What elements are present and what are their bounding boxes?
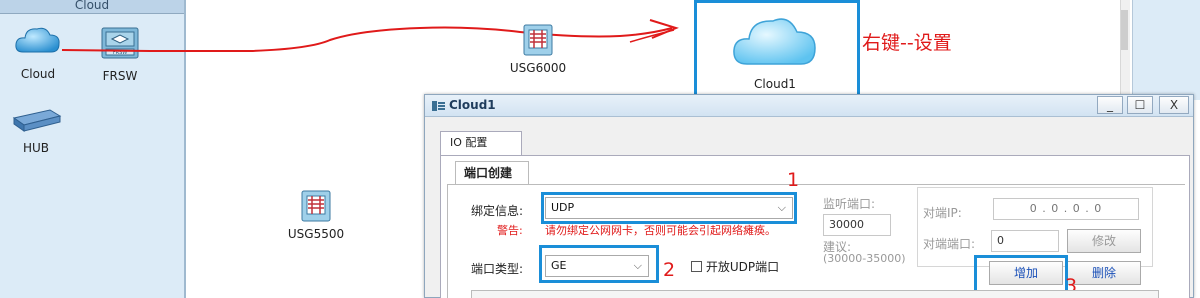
bind-info-highlight (541, 192, 797, 224)
port-type-label: 端口类型: (471, 262, 524, 276)
port-mapping-table-header (471, 290, 1159, 298)
peer-ip-input[interactable]: 0 . 0 . 0 . 0 (993, 198, 1139, 220)
suggest-range: (30000-35000) (823, 252, 906, 265)
open-udp-label: 开放UDP端口 (705, 260, 780, 274)
palette-item-label: Cloud (20, 67, 56, 81)
maximize-button[interactable]: ☐ (1127, 96, 1153, 114)
listen-port-label: 监听端口: (823, 197, 876, 211)
cloud-device-icon (432, 101, 445, 111)
hub-icon (12, 109, 62, 132)
node-usg5500[interactable]: USG5500 (276, 188, 356, 241)
annotation-arrow (61, 19, 679, 52)
firewall-icon (523, 24, 553, 56)
palette-item-label: HUB (22, 141, 50, 155)
scrollbar-thumb[interactable] (1121, 10, 1128, 50)
node-label: Cloud1 (754, 77, 796, 91)
peer-port-input[interactable]: 0 (991, 230, 1059, 252)
node-cloud1[interactable]: Cloud1 (720, 8, 830, 91)
step-number-2: 2 (663, 259, 676, 281)
peer-ip-label: 对端IP: (923, 206, 962, 220)
cloud-icon (733, 18, 816, 65)
right-panel (1132, 0, 1200, 100)
peer-port-label: 对端端口: (923, 237, 976, 251)
warning-text: 请勿绑定公网网卡，否则可能会引起网络瘫痪。 (545, 224, 776, 237)
port-create-group-label: 端口创建 (455, 161, 529, 185)
checkbox-box[interactable] (691, 261, 702, 272)
listen-port-input[interactable]: 30000 (823, 214, 891, 236)
firewall-icon (301, 190, 331, 222)
palette-item-label: FRSW (102, 69, 138, 83)
step-number-1: 1 (787, 169, 800, 191)
port-type-highlight (539, 245, 659, 283)
dialog-titlebar[interactable]: Cloud1 _ ☐ X (425, 95, 1193, 117)
close-button[interactable]: X (1159, 96, 1189, 114)
bind-info-label: 绑定信息: (471, 204, 524, 218)
modify-button[interactable]: 修改 (1067, 229, 1141, 253)
node-usg6000[interactable]: USG6000 (498, 22, 578, 75)
open-udp-checkbox[interactable]: 开放UDP端口 (691, 258, 779, 275)
annotation-text: 右键--设置 (862, 32, 952, 54)
warning-label: 警告: (497, 224, 523, 237)
node-label: USG6000 (509, 61, 567, 75)
cloud1-config-dialog: Cloud1 _ ☐ X IO 配置 端口创建 绑定信息: UDP ⌵ 1 警告… (424, 94, 1194, 298)
palette-item-hub[interactable]: HUB (6, 108, 66, 155)
minimize-button[interactable]: _ (1097, 96, 1123, 114)
node-label: USG5500 (287, 227, 345, 241)
dialog-title: Cloud1 (449, 98, 496, 112)
delete-button[interactable]: 删除 (1067, 261, 1141, 285)
canvas-scrollbar[interactable] (1120, 0, 1130, 96)
tab-io-config[interactable]: IO 配置 (440, 131, 522, 155)
